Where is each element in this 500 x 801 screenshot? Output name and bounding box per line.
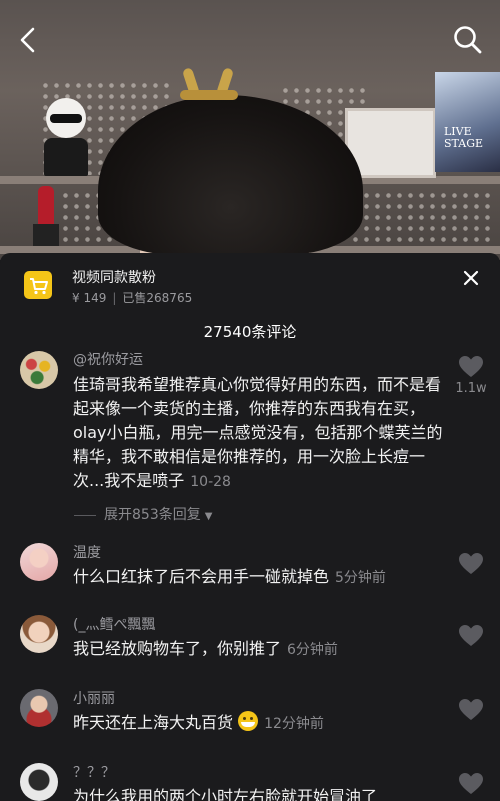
- comment-username[interactable]: (_灬鳕ぺ飄飄: [73, 614, 155, 634]
- product-price: ¥ 149: [72, 291, 107, 305]
- heart-icon: [459, 553, 483, 574]
- bunny-ears-headband: [180, 67, 238, 104]
- comment-time: 12分钟前: [264, 716, 324, 732]
- comment-sheet: 视频同款散粉 ¥ 149 | 已售268765 27540条评论 @祝你好运 佳琦哥…: [0, 253, 500, 801]
- comment-time: 6分钟前: [287, 642, 338, 658]
- video-background: LIVE STAGE: [0, 0, 500, 260]
- like-button[interactable]: [458, 772, 484, 800]
- chevron-left-icon: [20, 27, 35, 53]
- heart-icon: [459, 625, 483, 646]
- product-card[interactable]: 视频同款散粉 ¥ 149 | 已售268765: [24, 267, 464, 307]
- product-sold: 已售268765: [122, 291, 193, 305]
- comment-text: 为什么我用的两个小时左右脸就开始冒油了: [73, 787, 378, 801]
- lipstick-base: [33, 224, 59, 246]
- comment-text: 佳琦哥我希望推荐真心你觉得好用的东西，而不是看起来像一个卖货的主播，你推荐的东西…: [73, 375, 443, 490]
- comment-text: 昨天还在上海大丸百货 12分钟前: [73, 711, 324, 732]
- comment-time: 10-28: [190, 474, 231, 490]
- comment-username[interactable]: 温度: [73, 542, 101, 562]
- avatar[interactable]: [20, 689, 58, 727]
- poster: [435, 72, 500, 172]
- shopping-cart-icon: [24, 271, 52, 299]
- comment-time: 5分钟前: [335, 570, 386, 586]
- heart-icon: [459, 356, 483, 377]
- back-button[interactable]: [14, 24, 44, 56]
- like-button[interactable]: [458, 698, 484, 726]
- like-button[interactable]: [458, 624, 484, 652]
- comment-username[interactable]: @祝你好运: [73, 349, 143, 369]
- like-button[interactable]: [458, 552, 484, 580]
- search-button[interactable]: [452, 24, 484, 56]
- avatar[interactable]: [20, 351, 58, 389]
- heart-icon: [459, 773, 483, 794]
- lipstick: [38, 186, 54, 226]
- search-icon: [454, 26, 482, 54]
- product-meta: ¥ 149 | 已售268765: [72, 291, 193, 305]
- product-title: 视频同款散粉: [72, 270, 156, 286]
- figurine: [40, 98, 92, 176]
- shelf-decor: [350, 190, 490, 245]
- close-button[interactable]: [460, 267, 482, 289]
- comment-text: 我已经放购物车了，你别推了 6分钟前: [73, 639, 338, 658]
- comment-count-title: 27540条评论: [203, 323, 297, 341]
- avatar[interactable]: [20, 615, 58, 653]
- like-button[interactable]: [458, 355, 484, 383]
- close-icon: [463, 270, 479, 286]
- avatar[interactable]: [20, 543, 58, 581]
- like-count: 1.1w: [455, 381, 487, 396]
- comment-text: 什么口红抹了后不会用手一碰就掉色 5分钟前: [73, 567, 386, 586]
- expand-replies[interactable]: 展开853条回复 ▼: [74, 504, 212, 524]
- comment-username[interactable]: 小丽丽: [73, 688, 115, 708]
- heart-icon: [459, 699, 483, 720]
- comment-username[interactable]: ？？？: [73, 762, 115, 782]
- grin-emoji-icon: [238, 711, 259, 731]
- avatar[interactable]: [20, 763, 58, 801]
- poster-text: LIVE STAGE: [444, 125, 484, 150]
